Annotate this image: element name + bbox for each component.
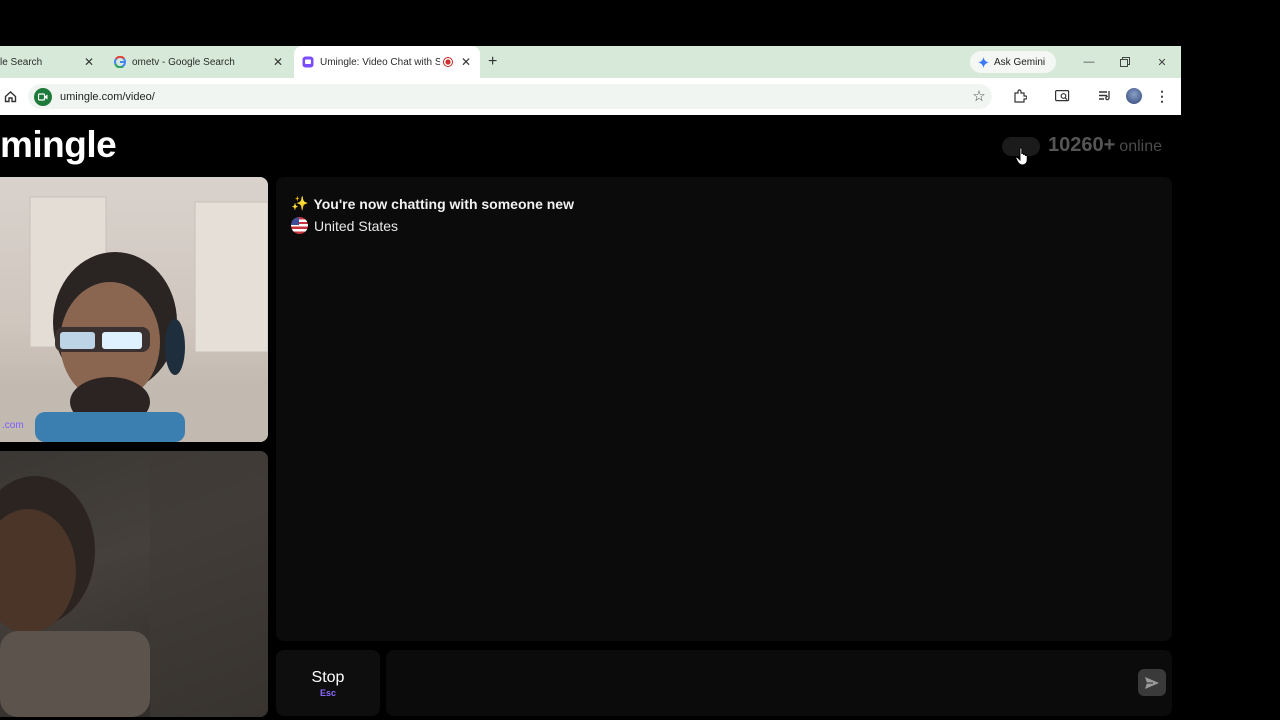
google-icon — [114, 56, 126, 68]
message-input[interactable] — [386, 650, 1172, 716]
close-window-button[interactable]: ✕ — [1144, 46, 1180, 78]
tab-title: ometv - Google Search — [132, 56, 235, 68]
tab-umingle[interactable]: Umingle: Video Chat with S ✕ — [294, 46, 480, 78]
system-message-connected: ✨ You're now chatting with someone new — [291, 195, 574, 212]
us-flag-icon — [291, 217, 308, 234]
self-video — [0, 451, 268, 717]
tab-ometv-search[interactable]: ometv - Google Search ✕ — [108, 46, 286, 78]
stop-label: Stop — [311, 668, 345, 686]
video-camera-icon — [38, 92, 48, 101]
address-bar[interactable]: umingle.com/video/ — [28, 84, 992, 109]
recording-icon — [443, 57, 453, 67]
system-message-text: You're now chatting with someone new — [313, 195, 574, 212]
stranger-location: United States — [291, 217, 398, 234]
lens-search-button[interactable] — [1053, 87, 1071, 105]
minimize-icon: — — [1083, 56, 1095, 68]
online-counter: 10260+ online — [1048, 134, 1162, 157]
chat-panel: ✨ You're now chatting with someone new U… — [276, 177, 1172, 641]
country-text: United States — [314, 217, 399, 234]
playlist-icon — [1099, 91, 1110, 101]
ask-gemini-button[interactable]: Ask Gemini — [970, 51, 1056, 73]
site-info-icon[interactable] — [34, 87, 52, 106]
menu-button[interactable]: ⋮ — [1153, 87, 1171, 105]
ask-gemini-label: Ask Gemini — [994, 56, 1046, 68]
site-logo[interactable]: mingle — [0, 124, 117, 166]
home-button[interactable] — [1, 87, 19, 105]
stranger-video: .com — [0, 177, 268, 442]
close-icon[interactable]: ✕ — [84, 55, 94, 69]
bookmark-button[interactable]: ☆ — [970, 87, 988, 105]
url-text: umingle.com/video/ — [60, 90, 155, 103]
send-icon — [1145, 676, 1159, 689]
self-video-frame — [0, 451, 268, 717]
stranger-video-frame — [0, 196, 268, 442]
stop-shortcut: Esc — [319, 687, 336, 698]
umingle-icon — [302, 56, 314, 68]
home-icon — [4, 90, 16, 102]
tab-google-search[interactable]: le Search ✕ — [0, 46, 96, 78]
screen-search-icon — [1054, 89, 1069, 101]
restore-icon — [1120, 57, 1130, 67]
stop-button[interactable]: Stop Esc — [276, 650, 380, 716]
close-icon[interactable]: ✕ — [273, 55, 283, 69]
browser-tab-bar: le Search ✕ ometv - Google Search ✕ Umin… — [0, 46, 1181, 78]
tab-title: Umingle: Video Chat with S — [320, 56, 440, 68]
webcam-watermark: .com — [2, 420, 24, 431]
online-label: online — [1119, 138, 1162, 155]
profile-button[interactable] — [1125, 87, 1143, 105]
puzzle-icon — [1014, 89, 1027, 103]
send-button[interactable] — [1138, 669, 1166, 696]
hand-cursor-icon — [1015, 147, 1028, 166]
sparkles-icon: ✨ — [291, 195, 309, 211]
media-controls-button[interactable] — [1096, 87, 1114, 105]
minimize-button[interactable]: — — [1071, 46, 1107, 78]
restore-button[interactable] — [1107, 46, 1143, 78]
avatar — [1126, 88, 1142, 104]
close-icon[interactable]: ✕ — [461, 55, 471, 69]
gemini-sparkle-icon — [978, 56, 989, 68]
close-icon: ✕ — [1157, 56, 1167, 69]
star-icon: ☆ — [972, 88, 986, 105]
browser-toolbar: umingle.com/video/ ☆ ⋮ — [0, 78, 1181, 115]
extensions-button[interactable] — [1011, 87, 1029, 105]
plus-icon: + — [488, 53, 498, 70]
more-vert-icon: ⋮ — [1155, 87, 1169, 104]
new-tab-button[interactable]: + — [488, 46, 502, 78]
tab-title: le Search — [0, 56, 43, 68]
online-count: 10260+ — [1048, 134, 1116, 156]
screen: le Search ✕ ometv - Google Search ✕ Umin… — [0, 0, 1280, 720]
